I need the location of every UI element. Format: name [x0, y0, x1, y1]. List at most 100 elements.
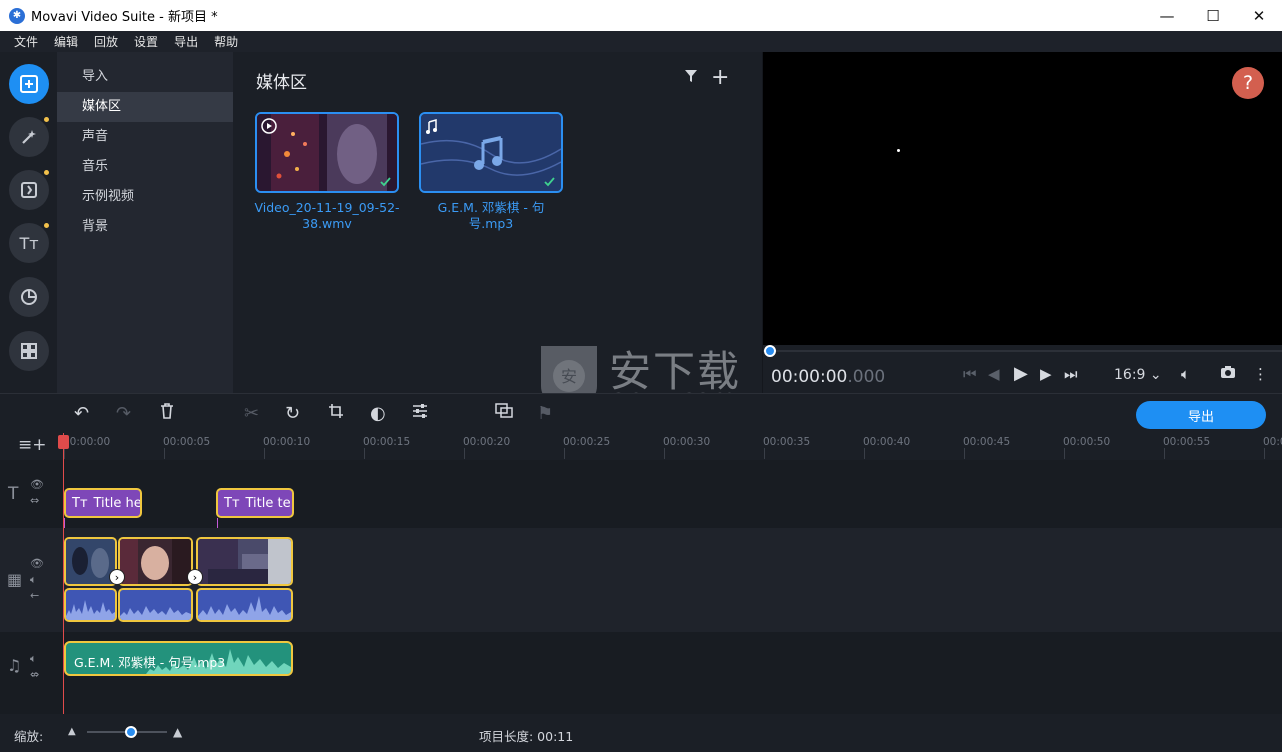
category-backgrounds[interactable]: 背景	[57, 212, 233, 242]
title-track: T 👁︎ ⇔ Tт Title he Tт Title te	[0, 460, 1282, 538]
scrubber-knob[interactable]	[764, 345, 776, 357]
detach-audio-icon[interactable]: ←	[30, 589, 39, 602]
pie-icon[interactable]	[9, 277, 49, 317]
marker-icon[interactable]: ⚑	[537, 403, 553, 424]
add-media-icon[interactable]	[9, 64, 49, 104]
ruler-label: 00:00:50	[1063, 436, 1111, 448]
menu-help[interactable]: 帮助	[214, 33, 238, 50]
preview-scrubber[interactable]	[763, 350, 1282, 352]
play-icon[interactable]: ▶	[1014, 363, 1028, 384]
category-sample-videos[interactable]: 示例视频	[57, 182, 233, 212]
ruler-tick	[1164, 448, 1165, 459]
eye-icon[interactable]: 👁︎	[30, 478, 44, 491]
link-icon[interactable]: ⇔	[30, 494, 39, 507]
category-sounds[interactable]: 声音	[57, 122, 233, 152]
ruler-tick	[764, 448, 765, 459]
category-import[interactable]: 导入	[57, 62, 233, 92]
category-media-bin[interactable]: 媒体区	[57, 92, 233, 122]
timecode: 00:00:00.000	[771, 367, 886, 387]
zoom-label: 缩放:	[14, 729, 44, 744]
music-track: ♫ 🔈︎ ⇎ G.E.M. 邓紫棋 - 句号.mp3	[0, 632, 1282, 714]
zoom-slider-knob[interactable]	[125, 726, 137, 738]
volume-icon[interactable]: 🔈︎	[1181, 365, 1190, 383]
overlay-icon[interactable]	[495, 403, 513, 424]
go-end-icon[interactable]: ⏭	[1064, 365, 1078, 383]
undo-icon[interactable]: ↶	[74, 403, 89, 424]
category-music[interactable]: 音乐	[57, 152, 233, 182]
volume-icon[interactable]: 🔈︎	[30, 652, 37, 666]
aspect-ratio-select[interactable]: 16:9 ⌄	[1114, 367, 1162, 383]
transition-marker[interactable]: ›	[109, 569, 125, 585]
ruler-tick	[664, 448, 665, 459]
title-clip[interactable]: Tт Title he	[64, 488, 142, 518]
menu-file[interactable]: 文件	[14, 33, 38, 50]
ruler-tick	[464, 448, 465, 459]
next-frame-icon[interactable]: ▶︎	[1040, 365, 1052, 383]
media-bin-title: 媒体区	[256, 73, 307, 93]
titles-icon[interactable]: Tт	[9, 223, 49, 263]
media-thumb-video[interactable]	[255, 112, 399, 193]
playhead-line[interactable]	[63, 433, 64, 715]
add-track-icon[interactable]: ≡+	[18, 435, 47, 455]
preview-dot	[897, 149, 900, 152]
project-length: 项目长度: 00:11	[479, 729, 574, 744]
unlink-icon[interactable]: ⇎	[30, 668, 39, 681]
go-start-icon[interactable]: ⏮	[963, 365, 977, 383]
ruler-tick	[964, 448, 965, 459]
crop-icon[interactable]	[328, 403, 344, 424]
video-audio-clip[interactable]	[196, 588, 293, 622]
video-audio-clip[interactable]	[64, 588, 117, 622]
ruler-tick	[64, 448, 65, 459]
ruler-label: 00:00:45	[963, 436, 1011, 448]
menu-export[interactable]: 导出	[174, 33, 198, 50]
timeline-ruler[interactable]: ≡+ 00:00:00 00:00:05 00:00:10 00:00:15 00:00…	[0, 433, 1282, 460]
svg-text:安: 安	[561, 367, 577, 386]
redo-icon[interactable]: ↷	[116, 403, 131, 424]
minimize-button[interactable]: —	[1144, 0, 1190, 31]
ruler-label: 00:00:20	[463, 436, 511, 448]
transition-icon[interactable]	[9, 170, 49, 210]
title-bar: ✱ Movavi Video Suite - 新项目 * — ☐ ✕	[0, 0, 1282, 31]
zoom-out-icon[interactable]: ▲	[68, 726, 76, 737]
media-thumb-audio[interactable]	[419, 112, 563, 193]
tool-rail: Tт	[0, 52, 57, 393]
filter-icon[interactable]	[683, 68, 699, 89]
ruler-label: 00:00:40	[863, 436, 911, 448]
ruler-tick	[164, 448, 165, 459]
ruler-label: 00:00:30	[663, 436, 711, 448]
title-clip[interactable]: Tт Title te	[216, 488, 294, 518]
color-adjust-icon[interactable]: ◐	[370, 403, 386, 424]
rotate-icon[interactable]: ↻	[285, 403, 300, 424]
cut-icon[interactable]: ✂	[244, 403, 259, 424]
music-clip[interactable]: G.E.M. 邓紫棋 - 句号.mp3	[64, 641, 293, 676]
menu-settings[interactable]: 设置	[134, 33, 158, 50]
video-audio-clip[interactable]	[118, 588, 193, 622]
maximize-button[interactable]: ☐	[1190, 0, 1236, 31]
export-button[interactable]: 导出	[1136, 401, 1266, 429]
volume-icon[interactable]: 🔈︎	[30, 573, 37, 587]
transition-marker[interactable]: ›	[187, 569, 203, 585]
ruler-label: 00:01	[1263, 436, 1282, 448]
playhead-handle[interactable]	[58, 435, 69, 449]
media-caption-audio: G.E.M. 邓紫棋 - 句号.mp3	[437, 200, 545, 231]
ruler-label: 00:00:00	[63, 436, 111, 448]
new-badge-dot	[44, 170, 49, 175]
more-options-icon[interactable]: ⋮	[1253, 365, 1268, 383]
add-icon[interactable]: +	[711, 65, 729, 90]
settings-sliders-icon[interactable]	[412, 403, 428, 424]
close-button[interactable]: ✕	[1236, 0, 1282, 31]
eye-icon[interactable]: 👁︎	[30, 557, 44, 570]
magic-wand-icon[interactable]	[9, 117, 49, 157]
menu-playback[interactable]: 回放	[94, 33, 118, 50]
grid-icon[interactable]	[9, 331, 49, 371]
menu-edit[interactable]: 编辑	[54, 33, 78, 50]
prev-frame-icon[interactable]: ◀︎	[988, 365, 1000, 383]
delete-icon[interactable]	[160, 403, 174, 424]
video-clip[interactable]	[118, 537, 193, 586]
help-button[interactable]: ?	[1232, 67, 1264, 99]
video-clip[interactable]	[196, 537, 293, 586]
snapshot-icon[interactable]	[1220, 365, 1236, 383]
music-clip-label: G.E.M. 邓紫棋 - 句号.mp3	[74, 655, 226, 670]
timeline-toolbar: ↶ ↷ ✂ ↻ ◐ ⚑	[0, 393, 1282, 433]
zoom-in-icon[interactable]: ▲	[173, 725, 182, 739]
